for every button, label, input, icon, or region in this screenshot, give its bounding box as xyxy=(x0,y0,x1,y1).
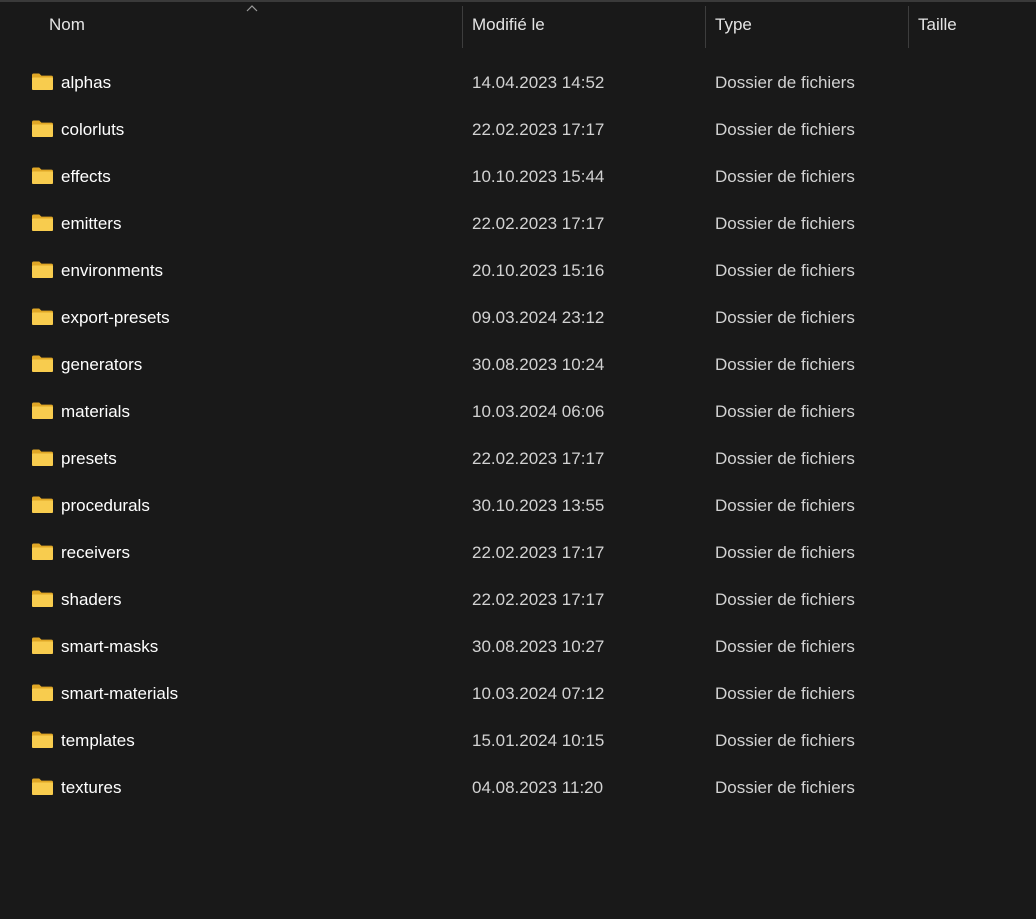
column-header-name-label: Nom xyxy=(49,15,85,34)
folder-icon xyxy=(31,72,54,91)
folder-icon xyxy=(31,307,54,326)
column-header-type[interactable]: Type xyxy=(706,2,908,48)
folder-icon xyxy=(31,589,54,608)
column-header-size-label: Taille xyxy=(918,15,957,34)
file-type: Dossier de fichiers xyxy=(715,120,855,139)
file-name: generators xyxy=(61,355,143,374)
folder-icon xyxy=(31,542,54,561)
file-name: shaders xyxy=(61,590,122,609)
folder-icon xyxy=(31,213,54,232)
file-name: textures xyxy=(61,778,122,797)
column-header-name[interactable]: Nom xyxy=(0,2,462,48)
file-type: Dossier de fichiers xyxy=(715,778,855,797)
file-type: Dossier de fichiers xyxy=(715,684,855,703)
file-modified-date: 10.10.2023 15:44 xyxy=(472,167,605,186)
file-modified-date: 15.01.2024 10:15 xyxy=(472,731,605,750)
file-name: templates xyxy=(61,731,135,750)
file-type: Dossier de fichiers xyxy=(715,543,855,562)
file-name: environments xyxy=(61,261,164,280)
column-header-type-label: Type xyxy=(715,15,752,34)
file-type: Dossier de fichiers xyxy=(715,731,855,750)
file-row[interactable]: alphas 14.04.2023 14:52 Dossier de fichier… xyxy=(0,59,1036,106)
file-name: emitters xyxy=(61,214,122,233)
file-type: Dossier de fichiers xyxy=(715,167,855,186)
file-modified-date: 09.03.2024 23:12 xyxy=(472,308,605,327)
file-modified-date: 20.10.2023 15:16 xyxy=(472,261,605,280)
file-modified-date: 04.08.2023 11:20 xyxy=(472,778,604,797)
file-row[interactable]: colorluts 22.02.2023 17:17 Dossier de fich… xyxy=(0,106,1036,153)
file-row[interactable]: presets 22.02.2023 17:17 Dossier de fichie… xyxy=(0,435,1036,482)
file-row[interactable]: generators 30.08.2023 10:24 Dossier de fic… xyxy=(0,341,1036,388)
file-modified-date: 30.08.2023 10:27 xyxy=(472,637,605,656)
file-type: Dossier de fichiers xyxy=(715,590,855,609)
folder-icon xyxy=(31,495,54,514)
folder-icon xyxy=(31,777,54,796)
file-row[interactable]: materials 10.03.2024 06:06 Dossier de fich… xyxy=(0,388,1036,435)
file-row[interactable]: emitters 22.02.2023 17:17 Dossier de fichi… xyxy=(0,200,1036,247)
folder-icon xyxy=(31,683,54,702)
file-modified-date: 30.08.2023 10:24 xyxy=(472,355,605,374)
folder-icon xyxy=(31,354,54,373)
file-name: effects xyxy=(61,167,111,186)
folder-icon xyxy=(31,260,54,279)
file-name: smart-materials xyxy=(61,684,179,703)
file-row[interactable]: smart-materials 10.03.2024 07:12 Dossier d… xyxy=(0,670,1036,717)
file-modified-date: 22.02.2023 17:17 xyxy=(472,543,605,562)
file-row[interactable]: shaders 22.02.2023 17:17 Dossier de fichie… xyxy=(0,576,1036,623)
file-explorer-details-view: Nom Modifié le Type Taille alphas 14.04.2… xyxy=(0,0,1036,919)
file-row[interactable]: receivers 22.02.2023 17:17 Dossier de fich… xyxy=(0,529,1036,576)
file-type: Dossier de fichiers xyxy=(715,261,855,280)
file-name: export-presets xyxy=(61,308,170,327)
file-row[interactable]: environments 20.10.2023 15:16 Dossier de f… xyxy=(0,247,1036,294)
column-header-modified-label: Modifié le xyxy=(472,15,545,34)
column-header-size[interactable]: Taille xyxy=(909,2,1036,48)
file-modified-date: 22.02.2023 17:17 xyxy=(472,120,605,139)
file-type: Dossier de fichiers xyxy=(715,308,855,327)
file-modified-date: 30.10.2023 13:55 xyxy=(472,496,605,515)
file-row[interactable]: textures 04.08.2023 11:20 Dossier de fichi… xyxy=(0,764,1036,811)
column-header-bar: Nom Modifié le Type Taille xyxy=(0,2,1036,48)
file-modified-date: 14.04.2023 14:52 xyxy=(472,73,605,92)
file-modified-date: 10.03.2024 07:12 xyxy=(472,684,605,703)
folder-icon xyxy=(31,401,54,420)
file-type: Dossier de fichiers xyxy=(715,73,855,92)
file-type: Dossier de fichiers xyxy=(715,637,855,656)
file-row[interactable]: templates 15.01.2024 10:15 Dossier de fich… xyxy=(0,717,1036,764)
file-name: materials xyxy=(61,402,130,421)
file-name: colorluts xyxy=(61,120,125,139)
file-modified-date: 22.02.2023 17:17 xyxy=(472,449,605,468)
file-row[interactable]: smart-masks 30.08.2023 10:27 Dossier de fi… xyxy=(0,623,1036,670)
column-header-modified[interactable]: Modifié le xyxy=(463,2,705,48)
file-type: Dossier de fichiers xyxy=(715,402,855,421)
file-name: presets xyxy=(61,449,117,468)
file-row[interactable]: effects 10.10.2023 15:44 Dossier de fichie… xyxy=(0,153,1036,200)
folder-icon xyxy=(31,448,54,467)
file-row[interactable]: export-presets 09.03.2024 23:12 Dossier de… xyxy=(0,294,1036,341)
file-type: Dossier de fichiers xyxy=(715,355,855,374)
file-name: receivers xyxy=(61,543,130,562)
file-modified-date: 22.02.2023 17:17 xyxy=(472,214,605,233)
folder-icon xyxy=(31,636,54,655)
file-modified-date: 10.03.2024 06:06 xyxy=(472,402,605,421)
folder-icon xyxy=(31,166,54,185)
file-name: procedurals xyxy=(61,496,150,515)
folder-icon xyxy=(31,730,54,749)
file-type: Dossier de fichiers xyxy=(715,496,855,515)
file-type: Dossier de fichiers xyxy=(715,449,855,468)
file-type: Dossier de fichiers xyxy=(715,214,855,233)
file-name: alphas xyxy=(61,73,112,92)
folder-icon xyxy=(31,119,54,138)
file-row[interactable]: procedurals 30.10.2023 13:55 Dossier de fi… xyxy=(0,482,1036,529)
file-modified-date: 22.02.2023 17:17 xyxy=(472,590,605,609)
file-name: smart-masks xyxy=(61,637,159,656)
